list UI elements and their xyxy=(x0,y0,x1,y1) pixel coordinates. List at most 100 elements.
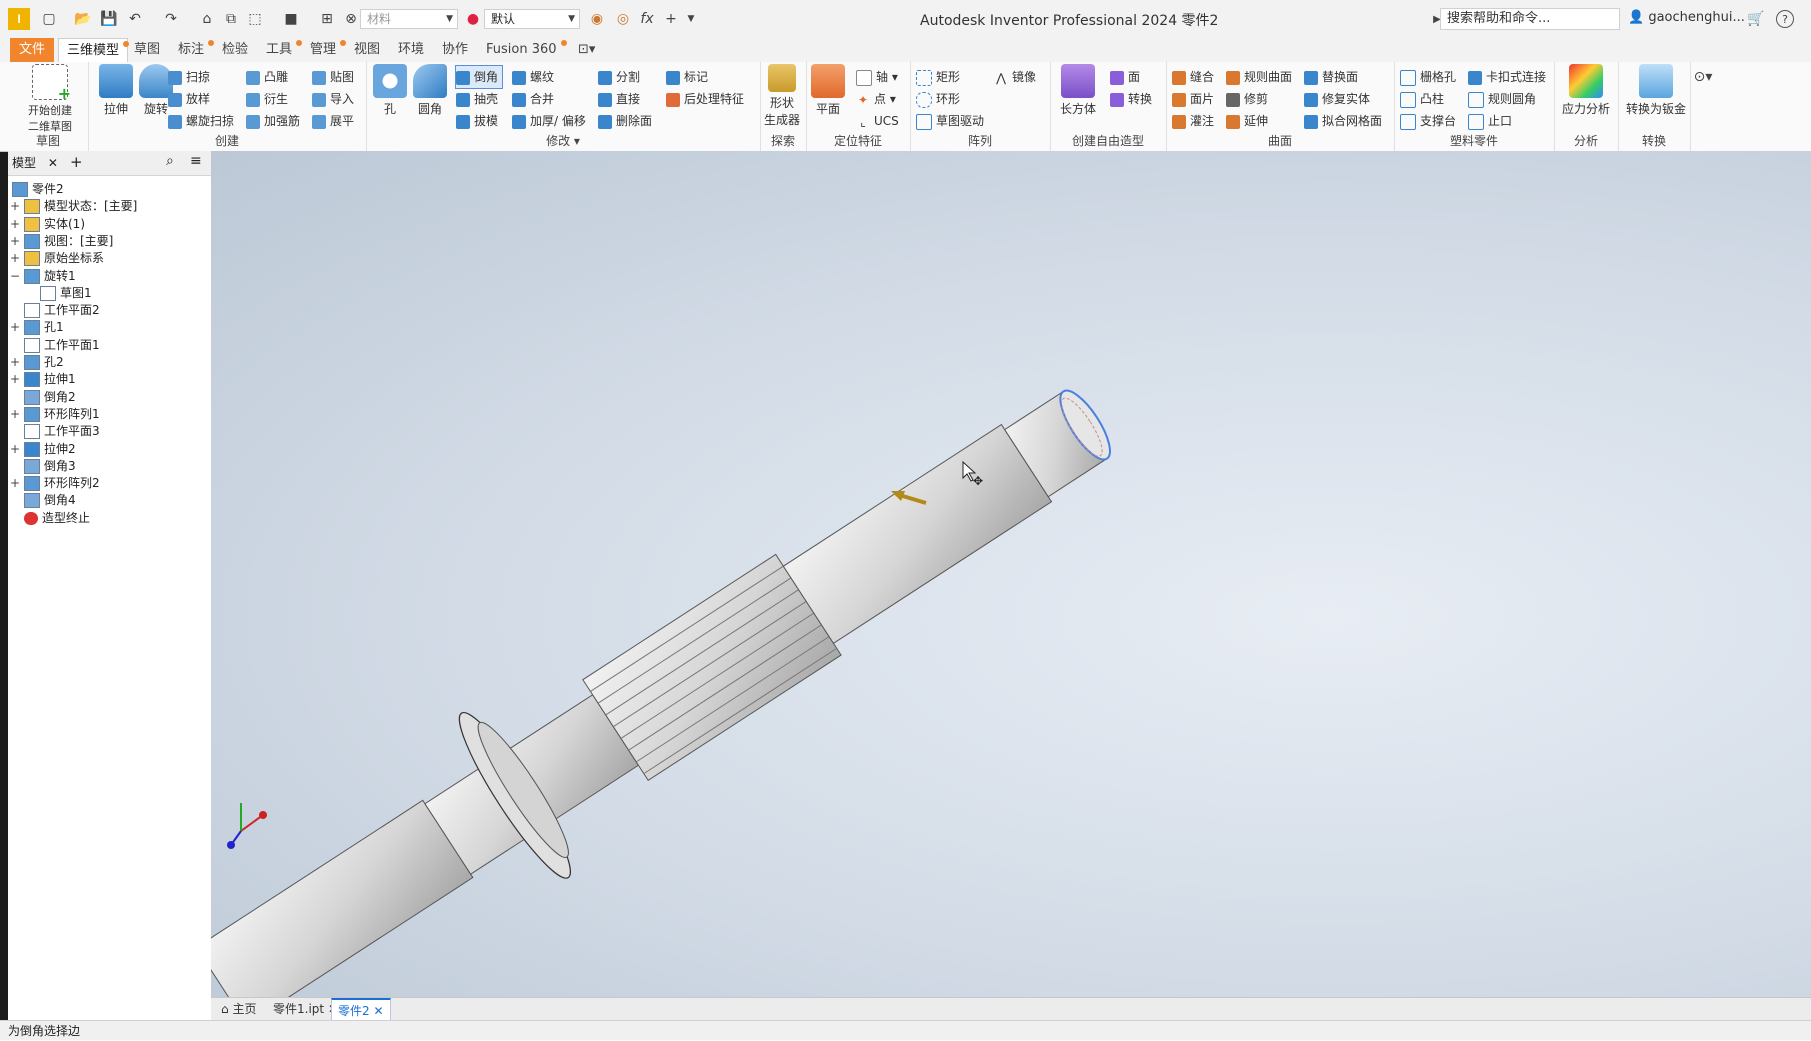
direct-edit-button[interactable]: 直接 xyxy=(598,88,640,110)
copy-icon[interactable]: ⧉ xyxy=(220,8,242,30)
stitch-button[interactable]: 缝合 xyxy=(1172,66,1214,88)
chamfer-button[interactable]: 倒角 xyxy=(454,65,504,89)
fit-mesh-button[interactable]: 拟合网格面 xyxy=(1304,110,1382,132)
ribbon-options-icon[interactable]: ⊙▾ xyxy=(1692,66,1714,88)
clear-icon[interactable]: ⊗ xyxy=(340,8,362,30)
rule-fillet-button[interactable]: 规则圆角 xyxy=(1468,88,1536,110)
tab-manage[interactable]: 管理 xyxy=(302,38,347,62)
box-button[interactable]: 长方体 xyxy=(1052,64,1104,117)
tab-file[interactable]: 文件 xyxy=(10,38,54,62)
delete-face-button[interactable]: 删除面 xyxy=(598,110,652,132)
mark-button[interactable]: 标记 xyxy=(666,66,708,88)
cart-icon[interactable]: 🛒 xyxy=(1745,8,1767,30)
rest-button[interactable]: 支撑台 xyxy=(1400,110,1456,132)
expand-icon[interactable]: + xyxy=(10,473,20,493)
add-tab-icon[interactable]: + xyxy=(70,153,83,171)
import-button[interactable]: 导入 xyxy=(312,88,354,110)
tree-item[interactable]: 造型终止 xyxy=(24,508,90,528)
fillet-button[interactable]: 圆角 xyxy=(404,64,456,117)
select-icon[interactable]: ⬚ xyxy=(244,8,266,30)
measure-icon[interactable]: ⊞ xyxy=(316,8,338,30)
ucs-button[interactable]: ⌞ UCS xyxy=(856,110,899,132)
help-search-input[interactable]: 搜索帮助和命令... xyxy=(1440,8,1620,30)
coil-button[interactable]: 螺旋扫掠 xyxy=(168,110,234,132)
shape-generator-button[interactable]: 形状 生成器 xyxy=(756,64,808,128)
convert-sheet-metal-button[interactable]: 转换为钣金 xyxy=(1626,64,1686,117)
grill-button[interactable]: 栅格孔 xyxy=(1400,66,1456,88)
shaft-body[interactable] xyxy=(211,335,1150,998)
ruled-surface-button[interactable]: 规则曲面 xyxy=(1226,66,1292,88)
draft-button[interactable]: 拔模 xyxy=(456,110,498,132)
patch-button[interactable]: 面片 xyxy=(1172,88,1214,110)
save-icon[interactable]: 💾 xyxy=(98,8,120,30)
clear-override-icon[interactable]: ◎ xyxy=(612,8,634,30)
expand-icon[interactable]: + xyxy=(10,439,20,459)
customize-chevron-icon[interactable]: ▼ xyxy=(680,8,702,30)
circ-pattern-button[interactable]: 环形 xyxy=(916,88,960,110)
undo-icon[interactable]: ↶ xyxy=(124,8,146,30)
trim-button[interactable]: 修剪 xyxy=(1226,88,1268,110)
replace-face-button[interactable]: 替换面 xyxy=(1304,66,1358,88)
tab-view[interactable]: 视图 xyxy=(346,38,388,62)
expand-icon[interactable]: + xyxy=(10,369,20,389)
unfold-button[interactable]: 展平 xyxy=(312,110,354,132)
fx-parameters-icon[interactable]: fx xyxy=(636,8,658,30)
stress-analysis-button[interactable]: 应力分析 xyxy=(1560,64,1612,117)
browser-tab-model[interactable]: 模型 ✕ xyxy=(12,154,58,171)
rect-pattern-button[interactable]: 矩形 xyxy=(916,66,960,88)
tab-environments[interactable]: 环境 xyxy=(390,38,432,62)
decal-button[interactable]: 贴图 xyxy=(312,66,354,88)
loft-button[interactable]: 放样 xyxy=(168,88,210,110)
new-file-icon[interactable]: ▢ xyxy=(38,8,60,30)
appearance-select[interactable]: 默认 ▼ xyxy=(484,9,580,29)
post-process-button[interactable]: 后处理特征 xyxy=(666,88,744,110)
graphics-viewport[interactable]: ✥ xyxy=(211,151,1811,998)
split-button[interactable]: 分割 xyxy=(598,66,640,88)
thicken-offset-button[interactable]: 加厚/ 偏移 xyxy=(512,110,586,132)
thread-button[interactable]: 螺纹 xyxy=(512,66,554,88)
expand-icon[interactable]: + xyxy=(10,317,20,337)
tab-3d-model[interactable]: 三维模型 xyxy=(58,38,130,64)
open-file-icon[interactable]: 📂 xyxy=(72,8,94,30)
inventor-app-icon[interactable]: I xyxy=(8,8,30,30)
derive-button[interactable]: 衍生 xyxy=(246,88,288,110)
panel-title[interactable]: 修改 ▾ xyxy=(366,132,760,149)
freeform-convert-button[interactable]: 转换 xyxy=(1110,88,1152,110)
collapse-icon[interactable]: − xyxy=(10,266,20,286)
sweep-button[interactable]: 扫掠 xyxy=(168,66,210,88)
sketch-driven-pattern-button[interactable]: 草图驱动 xyxy=(916,110,984,132)
redo-icon[interactable]: ↷ xyxy=(160,8,182,30)
extend-button[interactable]: 延伸 xyxy=(1226,110,1268,132)
color-icon[interactable]: ■ xyxy=(280,8,302,30)
combine-button[interactable]: 合并 xyxy=(512,88,554,110)
add-icon[interactable]: + xyxy=(660,8,682,30)
snap-fit-button[interactable]: 卡扣式连接 xyxy=(1468,66,1546,88)
emboss-button[interactable]: 凸雕 xyxy=(246,66,288,88)
search-icon[interactable]: ⌕ xyxy=(166,153,174,169)
sculpt-button[interactable]: 灌注 xyxy=(1172,110,1214,132)
tab-sketch[interactable]: 草图 xyxy=(126,38,168,62)
home-tab[interactable]: ⌂ 主页 xyxy=(215,998,262,1020)
tab-tools[interactable]: 工具 xyxy=(258,38,303,62)
tab-overflow-button[interactable]: ⊡▾ xyxy=(570,38,603,62)
repair-body-button[interactable]: 修复实体 xyxy=(1304,88,1370,110)
mirror-button[interactable]: ⋀ 镜像 xyxy=(994,66,1036,88)
adjust-icon[interactable]: ◉ xyxy=(586,8,608,30)
close-icon[interactable]: ✕ xyxy=(373,1004,383,1018)
boss-button[interactable]: 凸柱 xyxy=(1400,88,1444,110)
shell-button[interactable]: 抽壳 xyxy=(456,88,498,110)
help-icon[interactable]: ? xyxy=(1776,10,1794,28)
user-account[interactable]: 👤 gaochenghui... xyxy=(1628,10,1745,25)
expand-icon[interactable]: + xyxy=(10,404,20,424)
axis-button[interactable]: 轴 ▾ xyxy=(856,66,898,88)
close-icon[interactable]: ✕ xyxy=(48,156,58,170)
lip-button[interactable]: 止口 xyxy=(1468,110,1512,132)
material-select[interactable]: 材料 ▼ xyxy=(360,9,458,29)
tab-inspect[interactable]: 检验 xyxy=(214,38,256,62)
freeform-face-button[interactable]: 面 xyxy=(1110,66,1140,88)
tab-collaborate[interactable]: 协作 xyxy=(434,38,476,62)
start-2d-sketch-button[interactable]: + 开始创建 二维草图 xyxy=(20,64,80,134)
rib-button[interactable]: 加强筋 xyxy=(246,110,300,132)
tab-annotate[interactable]: 标注 xyxy=(170,38,215,62)
plane-button[interactable]: 平面 xyxy=(802,64,854,117)
